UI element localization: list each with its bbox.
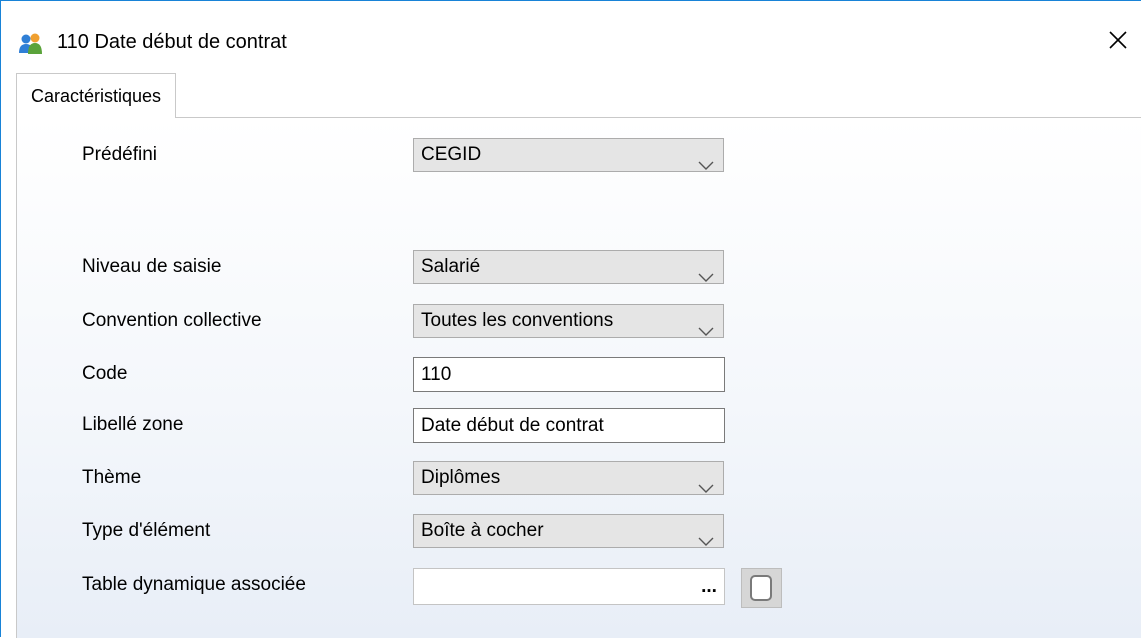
bracket-icon [750, 575, 772, 601]
tab-caracteristiques[interactable]: Caractéristiques [16, 73, 177, 118]
chevron-down-icon [698, 526, 714, 558]
window-title: 110 Date début de contrat [57, 31, 287, 53]
type-element-value: Boîte à cocher [421, 520, 544, 541]
field-row-theme: Thème Diplômes [17, 461, 1141, 495]
type-element-label: Type d'élément [82, 520, 211, 541]
libelle-input[interactable]: Date début de contrat [413, 408, 725, 443]
field-row-convention: Convention collective Toutes les convent… [17, 304, 1141, 338]
theme-value: Diplômes [421, 467, 501, 488]
niveau-saisie-label: Niveau de saisie [82, 256, 222, 277]
convention-value: Toutes les conventions [421, 310, 614, 331]
users-icon [18, 31, 44, 57]
field-row-table-dynamique: Table dynamique associée ... [17, 568, 1141, 608]
code-label: Code [82, 363, 128, 384]
chevron-down-icon [698, 316, 714, 348]
field-row-predefini: Prédéfini CEGID [17, 138, 1141, 172]
table-dynamique-input[interactable]: ... [413, 568, 725, 605]
field-row-niveau-saisie: Niveau de saisie Salarié [17, 250, 1141, 284]
convention-label: Convention collective [82, 310, 262, 331]
code-input[interactable]: 110 [413, 357, 725, 392]
dialog-window: 110 Date début de contrat Caractéristiqu… [0, 0, 1141, 638]
close-button[interactable] [1095, 21, 1141, 63]
chevron-down-icon [698, 473, 714, 505]
title-bar: 110 Date début de contrat [1, 1, 1141, 65]
predefini-value: CEGID [421, 144, 482, 165]
theme-select[interactable]: Diplômes [413, 461, 724, 495]
chevron-down-icon [698, 150, 714, 182]
niveau-saisie-value: Salarié [421, 256, 481, 277]
field-row-libelle: Libellé zone Date début de contrat [17, 408, 1141, 443]
browse-button[interactable]: ... [696, 570, 722, 602]
libelle-label: Libellé zone [82, 414, 184, 435]
field-row-code: Code 110 [17, 357, 1141, 392]
predefini-label: Prédéfini [82, 144, 157, 165]
table-dynamique-action-button[interactable] [741, 568, 782, 608]
table-dynamique-label: Table dynamique associée [82, 574, 306, 595]
chevron-down-icon [698, 262, 714, 294]
theme-label: Thème [82, 467, 142, 488]
convention-select[interactable]: Toutes les conventions [413, 304, 724, 338]
close-icon [1108, 30, 1128, 55]
field-row-type-element: Type d'élément Boîte à cocher [17, 514, 1141, 548]
type-element-select[interactable]: Boîte à cocher [413, 514, 724, 548]
tab-panel-caracteristiques: Prédéfini CEGID Niveau de saisie Salarié… [16, 117, 1141, 638]
niveau-saisie-select[interactable]: Salarié [413, 250, 724, 284]
predefini-select[interactable]: CEGID [413, 138, 724, 172]
